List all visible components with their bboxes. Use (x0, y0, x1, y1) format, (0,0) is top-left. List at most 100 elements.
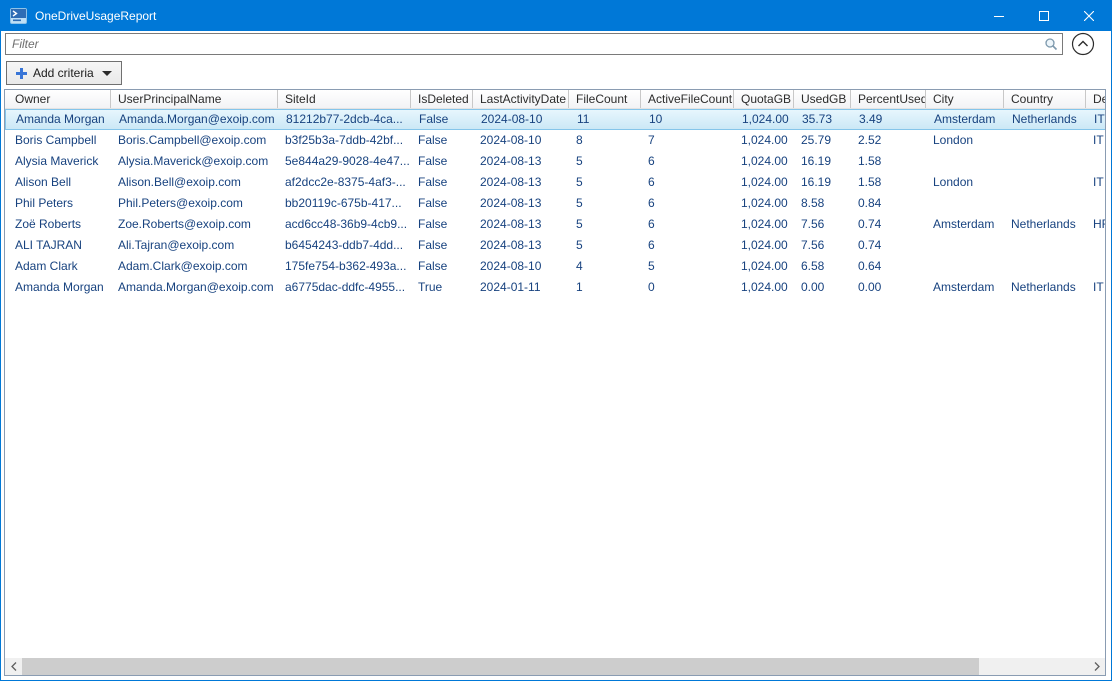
cell-owner: Adam Clark (5, 256, 111, 277)
cell-city: Amsterdam (926, 214, 1004, 235)
column-header-department[interactable]: Department (1086, 90, 1106, 108)
column-header-percentUsed[interactable]: PercentUsed (851, 90, 926, 108)
cell-city: Amsterdam (926, 277, 1004, 298)
cell-percentUsed: 3.49 (852, 110, 927, 129)
cell-country (1004, 151, 1086, 172)
cell-fileCount: 1 (569, 277, 641, 298)
table-row[interactable]: Boris CampbellBoris.Campbell@exoip.comb3… (5, 130, 1106, 151)
cell-usedGB: 7.56 (794, 214, 851, 235)
cell-city (926, 193, 1004, 214)
cell-fileCount: 8 (569, 130, 641, 151)
column-header-userPrincipalName[interactable]: UserPrincipalName (111, 90, 278, 108)
cell-usedGB: 35.73 (795, 110, 852, 129)
cell-quotaGB: 1,024.00 (734, 172, 794, 193)
filter-input[interactable] (5, 33, 1063, 55)
cell-siteId: bb20119c-675b-417... (278, 193, 411, 214)
column-header-lastActivityDate[interactable]: LastActivityDate (473, 90, 569, 108)
cell-usedGB: 0.00 (794, 277, 851, 298)
column-header-fileCount[interactable]: FileCount (569, 90, 641, 108)
cell-activeFileCount: 6 (641, 193, 734, 214)
cell-fileCount: 11 (570, 110, 642, 129)
table-row[interactable]: Amanda MorganAmanda.Morgan@exoip.coma677… (5, 277, 1106, 298)
cell-isDeleted: False (411, 193, 473, 214)
column-header-siteId[interactable]: SiteId (278, 90, 411, 108)
maximize-icon (1039, 11, 1049, 21)
cell-owner: Alison Bell (5, 172, 111, 193)
cell-owner: Boris Campbell (5, 130, 111, 151)
chevron-right-icon (1094, 662, 1100, 671)
cell-userPrincipalName: Alison.Bell@exoip.com (111, 172, 278, 193)
cell-quotaGB: 1,024.00 (734, 130, 794, 151)
column-header-activeFileCount[interactable]: ActiveFileCount (641, 90, 734, 108)
cell-userPrincipalName: Boris.Campbell@exoip.com (111, 130, 278, 151)
table-row[interactable]: Adam ClarkAdam.Clark@exoip.com175fe754-b… (5, 256, 1106, 277)
cell-quotaGB: 1,024.00 (734, 256, 794, 277)
cell-country: Netherlands (1004, 214, 1086, 235)
close-button[interactable] (1066, 1, 1111, 31)
scroll-left-button[interactable] (5, 658, 22, 675)
column-header-city[interactable]: City (926, 90, 1004, 108)
cell-isDeleted: False (412, 110, 474, 129)
column-header-usedGB[interactable]: UsedGB (794, 90, 851, 108)
cell-fileCount: 5 (569, 172, 641, 193)
cell-siteId: 175fe754-b362-493a... (278, 256, 411, 277)
cell-department: IT (1086, 277, 1106, 298)
scroll-right-button[interactable] (1088, 658, 1105, 675)
cell-owner: Alysia Maverick (5, 151, 111, 172)
cell-isDeleted: False (411, 214, 473, 235)
table-row[interactable]: Alison BellAlison.Bell@exoip.comaf2dcc2e… (5, 172, 1106, 193)
grid-body: Amanda MorganAmanda.Morgan@exoip.com 8121… (5, 109, 1105, 298)
cell-lastActivityDate: 2024-08-13 (473, 193, 569, 214)
maximize-button[interactable] (1021, 1, 1066, 31)
table-row[interactable]: Zoë RobertsZoe.Roberts@exoip.comacd6cc48… (5, 214, 1106, 235)
cell-percentUsed: 0.64 (851, 256, 926, 277)
table-row[interactable]: Alysia MaverickAlysia.Maverick@exoip.com… (5, 151, 1106, 172)
cell-siteId: a6775dac-ddfc-4955... (278, 277, 411, 298)
cell-department (1086, 256, 1106, 277)
table-row[interactable]: Amanda MorganAmanda.Morgan@exoip.com8121… (5, 109, 1106, 130)
minimize-icon (994, 11, 1004, 21)
cell-usedGB: 6.58 (794, 256, 851, 277)
cell-department: HR (1086, 214, 1106, 235)
horizontal-scrollbar[interactable] (5, 658, 1105, 675)
cell-siteId: b3f25b3a-7ddb-42bf... (278, 130, 411, 151)
column-header-country[interactable]: Country (1004, 90, 1086, 108)
cell-owner: Zoë Roberts (5, 214, 111, 235)
add-criteria-button[interactable]: Add criteria (6, 61, 122, 85)
collapse-filter-button[interactable] (1069, 31, 1097, 57)
minimize-button[interactable] (976, 1, 1021, 31)
cell-activeFileCount: 6 (641, 214, 734, 235)
cell-quotaGB: 1,024.00 (734, 151, 794, 172)
cell-percentUsed: 0.84 (851, 193, 926, 214)
cell-city: London (926, 172, 1004, 193)
cell-percentUsed: 1.58 (851, 172, 926, 193)
cell-quotaGB: 1,024.00 (735, 110, 795, 129)
cell-percentUsed: 0.74 (851, 214, 926, 235)
cell-department (1086, 151, 1106, 172)
cell-userPrincipalName: Amanda.Morgan@exoip.com (111, 277, 278, 298)
table-row[interactable]: ALI TAJRANAli.Tajran@exoip.comb6454243-d… (5, 235, 1106, 256)
cell-isDeleted: False (411, 172, 473, 193)
scrollbar-thumb[interactable] (22, 658, 979, 675)
cell-fileCount: 5 (569, 193, 641, 214)
cell-activeFileCount: 0 (641, 277, 734, 298)
cell-country (1004, 256, 1086, 277)
column-header-owner[interactable]: Owner (5, 90, 111, 108)
cell-usedGB: 16.19 (794, 172, 851, 193)
cell-siteId: af2dcc2e-8375-4af3-... (278, 172, 411, 193)
column-header-quotaGB[interactable]: QuotaGB (734, 90, 794, 108)
cell-owner: Amanda Morgan (5, 277, 111, 298)
table-row[interactable]: Phil PetersPhil.Peters@exoip.combb20119c… (5, 193, 1106, 214)
cell-percentUsed: 1.58 (851, 151, 926, 172)
cell-fileCount: 4 (569, 256, 641, 277)
cell-isDeleted: False (411, 151, 473, 172)
cell-siteId: 81212b77-2dcb-4ca... (279, 110, 412, 129)
cell-city: Amsterdam (927, 110, 1005, 129)
cell-department: IT (1087, 110, 1106, 129)
search-icon (1044, 37, 1058, 51)
cell-siteId: b6454243-ddb7-4dd... (278, 235, 411, 256)
scrollbar-track[interactable] (22, 658, 1088, 675)
column-header-isDeleted[interactable]: IsDeleted (411, 90, 473, 108)
cell-owner: ALI TAJRAN (5, 235, 111, 256)
cell-quotaGB: 1,024.00 (734, 277, 794, 298)
